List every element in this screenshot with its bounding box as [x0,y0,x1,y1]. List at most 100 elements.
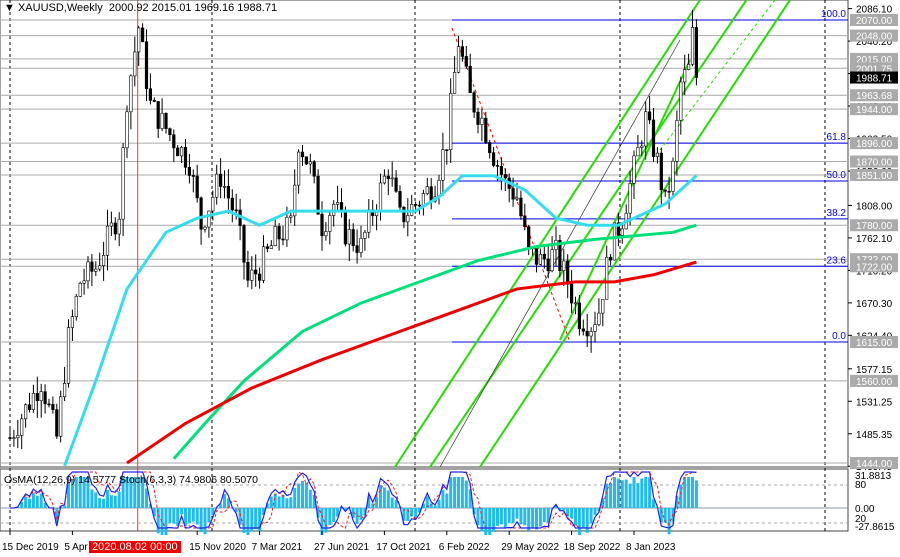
candle-body [573,302,578,305]
candle-body [527,226,531,248]
candle-body [102,255,106,267]
osma-bar [187,508,191,524]
candle-body [199,197,203,230]
candle-body [686,63,691,70]
osma-bar [453,477,457,508]
x-tick-label: 6 Feb 2022 [439,542,490,553]
candle-body [82,280,86,284]
osma-bar [382,487,386,508]
osma-bar [640,478,644,508]
candle-body [519,197,523,217]
osma-bar [191,508,195,522]
candle-body [164,112,168,129]
candle-body [390,177,394,180]
x-tick-label: 17 Oct 2021 [376,542,431,553]
osma-bar [113,495,117,508]
x-tick-label: 8 Jan 2023 [626,542,676,553]
osma-bar [359,508,363,520]
osma-bar [441,489,445,508]
candle-body [20,418,24,436]
candle-body [16,435,20,439]
fibo-label: 100.0 [821,9,846,20]
candle-body [429,186,433,202]
osma-bar [386,490,390,508]
candle-body [211,196,215,212]
candle-body [620,228,624,236]
level-price-label: 2048.00 [856,32,893,43]
candle-body [488,142,492,154]
candle-body [273,226,277,246]
candle-body [129,75,133,113]
osma-bar [301,480,304,508]
osma-bar [577,508,581,535]
candle-body [597,312,601,325]
osma-bar [515,508,519,519]
candle-body [499,166,504,175]
candle-body [566,260,570,285]
osma-bar [519,508,523,525]
candle-body [55,409,59,437]
osma-bar [39,493,43,508]
osma-bar [694,480,698,508]
y-tick-label: 1670.30 [856,299,893,310]
osma-bar [24,497,28,508]
candle-body [215,173,219,198]
osma-bar [523,508,527,526]
osma-bar [585,508,589,533]
candle-body [683,69,687,83]
osma-bar [109,495,113,508]
candle-body [285,216,289,241]
x-tick-label: 29 May 2022 [501,542,559,553]
osma-bar [203,508,207,535]
candle-body [675,120,679,162]
chart-window[interactable]: 100.061.850.038.223.60.02086.102040.2019… [0,0,900,557]
candle-body [312,161,316,177]
candle-body [222,186,227,188]
candle-body [378,182,383,212]
ohlc-values: 2000.92 2015.01 1969.16 1988.71 [108,2,278,14]
level-price-label: 1560.00 [856,377,893,388]
y-tick-label: 1808.00 [856,201,893,212]
osma-bar [254,508,258,530]
osma-bar [445,493,449,508]
osma-bar [460,477,464,508]
candle-body [308,161,312,165]
x-tick-label: 15 Dec 2019 [2,542,59,553]
candle-body [581,328,585,332]
osma-bar [511,508,515,524]
y-tick-label: 1485.35 [856,430,893,441]
candle-body [460,46,465,57]
candle-body [417,204,422,207]
osma-bar [375,496,379,508]
y-tick-label: 1762.10 [856,234,893,245]
candle-body [156,101,160,129]
x-tick-label: 18 Sep 2022 [564,542,621,553]
osma-bar [499,508,503,525]
osma-bar [620,480,624,508]
fibo-label: 23.6 [827,255,847,266]
level-price-label: 1896.00 [856,139,893,150]
candle-body [23,404,28,420]
candle-body [328,215,332,232]
candle-body [180,147,184,157]
osma-bar [632,477,636,508]
candle-body [269,245,273,249]
osma-bar [624,479,628,508]
candle-body [679,81,683,121]
candle-body [62,383,67,398]
osma-bar [496,508,499,526]
triangle-down-icon[interactable]: ▼ [4,2,15,14]
osma-bar [628,483,632,508]
candle-body [589,331,593,337]
candle-body [464,56,468,67]
candle-body [562,260,566,271]
candle-body [441,149,445,181]
candle-body [542,253,546,260]
candle-body [472,92,476,113]
candle-body [339,202,344,211]
candle-body [449,92,453,151]
osma-bar [63,505,67,508]
candle-body [363,231,367,239]
osma-bar [691,477,694,508]
candle-body [47,403,51,406]
